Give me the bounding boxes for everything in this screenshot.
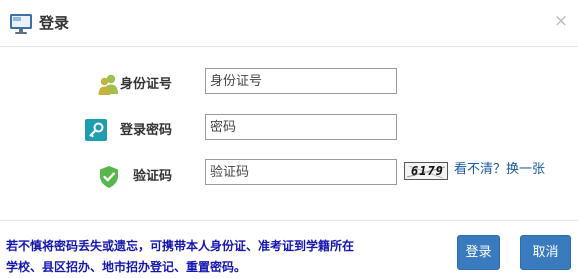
dialog-title: 登录 — [39, 14, 70, 32]
dialog-header: 登录 × — [0, 0, 578, 46]
login-button[interactable]: 登录 — [457, 235, 500, 270]
id-number-label: 身份证号 — [120, 77, 173, 92]
key-icon — [85, 119, 107, 141]
notice-line-2: 学校、县区招办、地市招办登记、重置密码。 — [6, 260, 247, 274]
login-dialog: 登录 × 身份证号 登录密码 — [0, 0, 578, 278]
notice-line-1: 若不慎将密码丢失或遗忘，可携带本人身份证、准考证到学籍所在 — [6, 239, 355, 253]
monitor-icon — [9, 13, 33, 35]
password-label: 登录密码 — [120, 123, 173, 138]
footer-divider — [0, 220, 578, 221]
captcha-text: 6179 — [411, 164, 444, 178]
users-icon — [96, 71, 122, 97]
captcha-label: 验证码 — [133, 169, 173, 184]
refresh-captcha-link[interactable]: 看不清？换一张 — [454, 161, 545, 179]
password-recovery-notice: 若不慎将密码丢失或遗忘，可携带本人身份证、准考证到学籍所在 学校、县区招办、地市… — [6, 236, 436, 278]
close-icon[interactable]: × — [552, 10, 570, 32]
captcha-image[interactable]: 6179 — [404, 162, 448, 180]
id-number-input[interactable] — [205, 68, 397, 94]
captcha-input[interactable] — [205, 159, 397, 185]
password-input[interactable] — [205, 114, 397, 140]
header-divider — [0, 46, 578, 47]
shield-check-icon — [98, 165, 120, 189]
cancel-button[interactable]: 取消 — [520, 235, 571, 270]
